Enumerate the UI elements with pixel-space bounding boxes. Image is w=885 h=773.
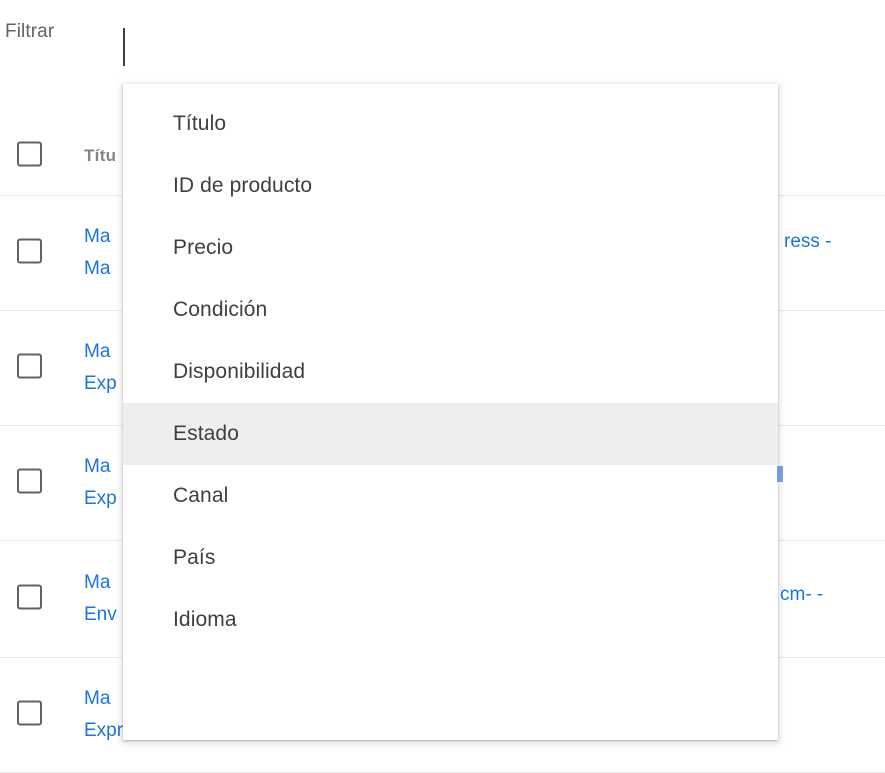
menu-item-precio[interactable]: Precio [123,217,778,279]
filter-input[interactable] [118,24,778,72]
column-filter-dropdown-menu[interactable]: Título ID de producto Precio Condición D… [123,84,778,740]
menu-item-estado[interactable]: Estado [123,403,778,465]
row-checkbox[interactable] [17,584,46,614]
menu-item-label: Idioma [173,608,237,631]
menu-item-label: ID de producto [173,174,313,197]
menu-item-label: Disponibilidad [173,360,306,383]
row-checkbox[interactable] [17,468,46,498]
menu-item-label: Canal [173,484,229,507]
row-checkbox[interactable] [17,353,46,383]
checkbox-icon [17,584,42,610]
text-caret [123,28,125,66]
menu-item-label: Título [173,112,227,135]
menu-item-condicion[interactable]: Condición [123,279,778,341]
filter-label: Filtrar [5,21,55,42]
menu-item-label: Estado [173,422,239,445]
menu-item-label: Precio [173,236,234,259]
row-checkbox[interactable] [17,238,46,268]
menu-item-label: Condición [173,298,268,321]
menu-item-pais[interactable]: País [123,527,778,589]
menu-item-disponibilidad[interactable]: Disponibilidad [123,341,778,403]
select-all-checkbox[interactable] [17,141,46,171]
row-text-fragment-right-1: ress - [784,231,832,252]
row-text-fragment-clipped [777,466,783,482]
row-checkbox[interactable] [17,700,46,730]
checkbox-icon [17,238,42,264]
menu-item-idioma[interactable]: Idioma [123,589,778,651]
row-text-fragment-right-2: cm- - [780,584,824,605]
checkbox-icon [17,141,42,167]
menu-item-id-de-producto[interactable]: ID de producto [123,155,778,217]
checkbox-icon [17,353,42,379]
menu-item-label: País [173,546,216,569]
menu-item-canal[interactable]: Canal [123,465,778,527]
menu-item-titulo[interactable]: Título [123,93,778,155]
checkbox-icon [17,700,42,726]
checkbox-icon [17,468,42,494]
